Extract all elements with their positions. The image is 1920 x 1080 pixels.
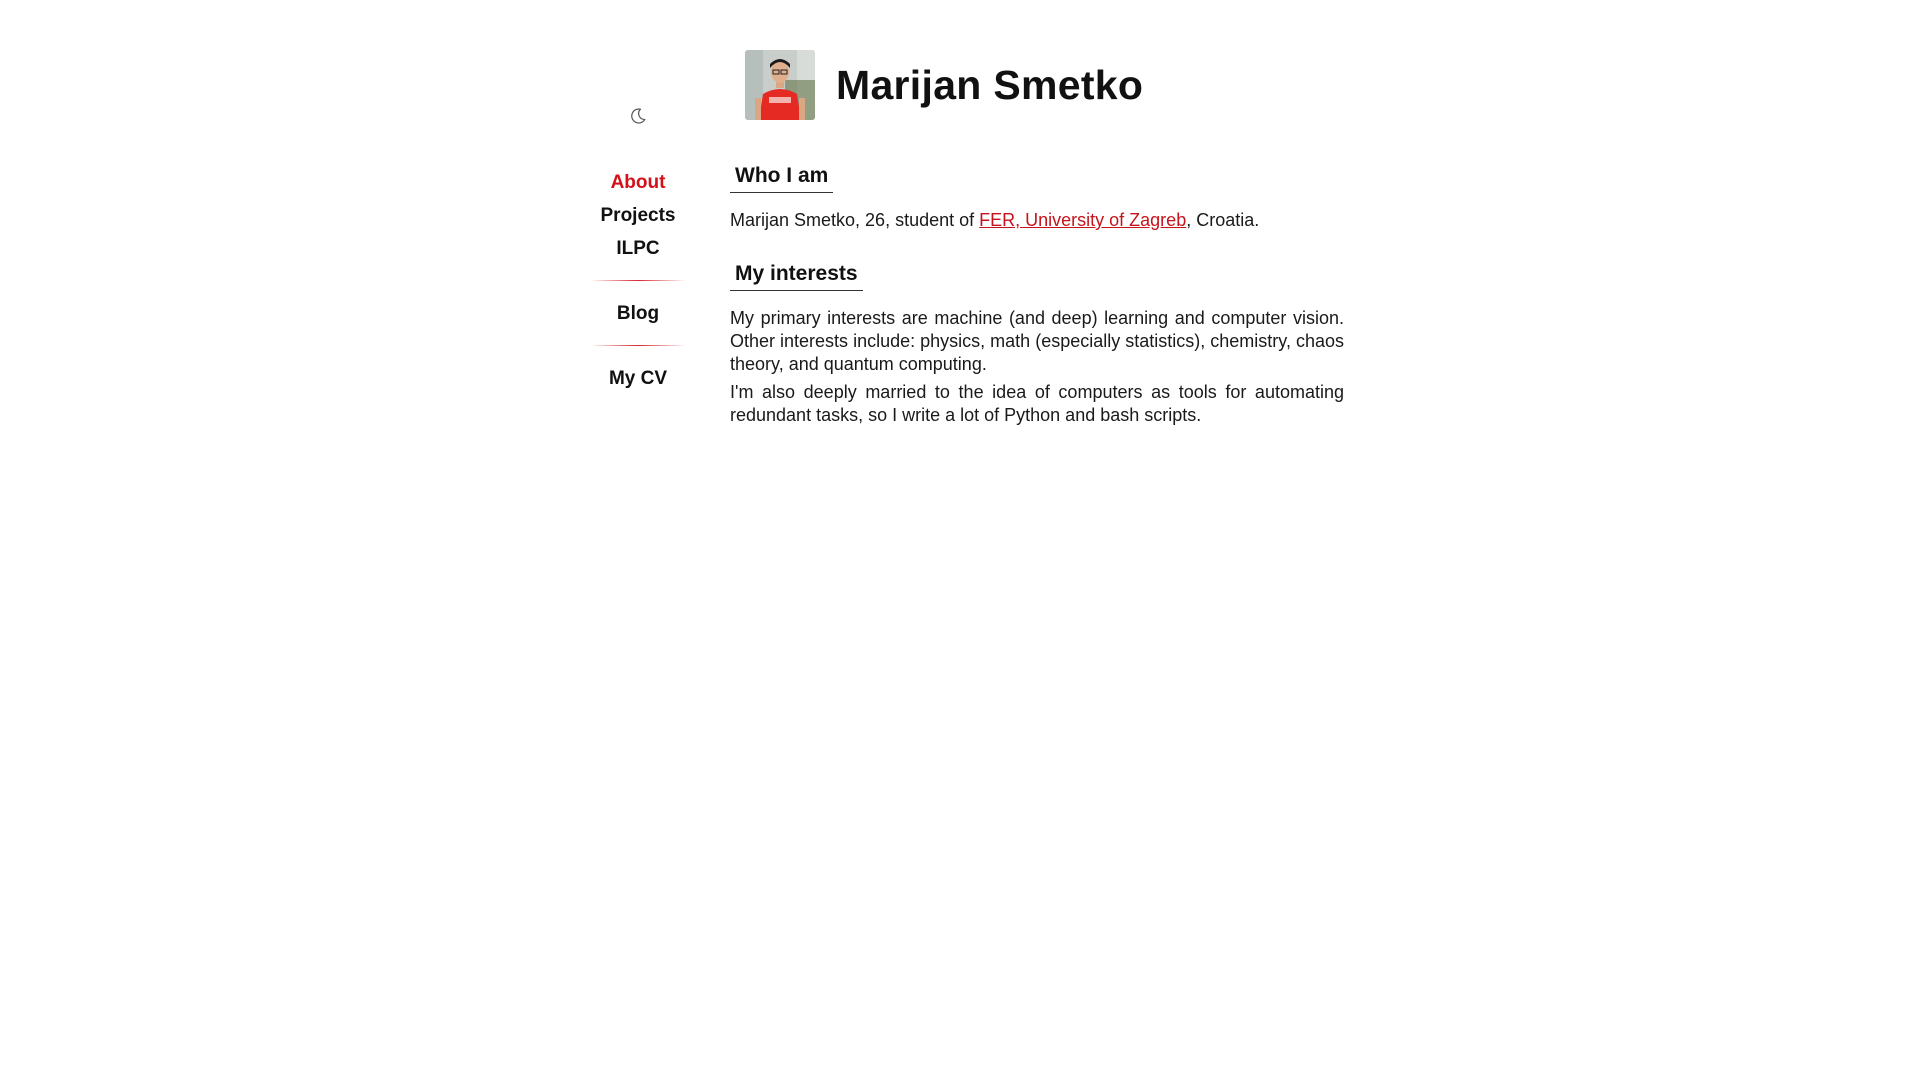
page: Marijan Smetko About Projects ILPC Blog …: [0, 0, 1920, 1080]
section-heading-interests: My interests: [730, 262, 863, 291]
who-i-am-section: Who I am Marijan Smetko, 26, student of …: [730, 164, 1344, 232]
who-i-am-text-after: , Croatia.: [1186, 210, 1260, 230]
section-heading-who-i-am: Who I am: [730, 164, 834, 193]
site-header: Marijan Smetko: [745, 50, 1143, 120]
who-i-am-text: Marijan Smetko, 26, student of FER, Univ…: [730, 209, 1344, 232]
sidebar-item-ilpc[interactable]: ILPC: [588, 232, 688, 265]
sidebar-item-blog[interactable]: Blog: [588, 297, 688, 330]
nav-divider: [590, 280, 686, 281]
university-link[interactable]: FER, University of Zagreb: [979, 210, 1186, 230]
site-title: Marijan Smetko: [836, 61, 1144, 108]
avatar: [745, 50, 815, 120]
theme-toggle-button[interactable]: [628, 106, 648, 126]
moon-icon: [631, 108, 646, 124]
main-content: Who I am Marijan Smetko, 26, student of …: [730, 164, 1344, 457]
interests-paragraph-1: My primary interests are machine (and de…: [730, 308, 1344, 374]
profile-photo: [745, 50, 815, 120]
interests-paragraph-2: I'm also deeply married to the idea of c…: [730, 382, 1344, 425]
sidebar-nav: About Projects ILPC Blog My CV: [588, 166, 688, 395]
interests-section: My interests My primary interests are ma…: [730, 262, 1344, 427]
nav-divider: [590, 345, 686, 346]
sidebar-item-projects[interactable]: Projects: [588, 199, 688, 232]
sidebar-item-about[interactable]: About: [588, 166, 688, 199]
who-i-am-text-before: Marijan Smetko, 26, student of: [730, 210, 980, 230]
sidebar-item-cv[interactable]: My CV: [588, 362, 688, 395]
